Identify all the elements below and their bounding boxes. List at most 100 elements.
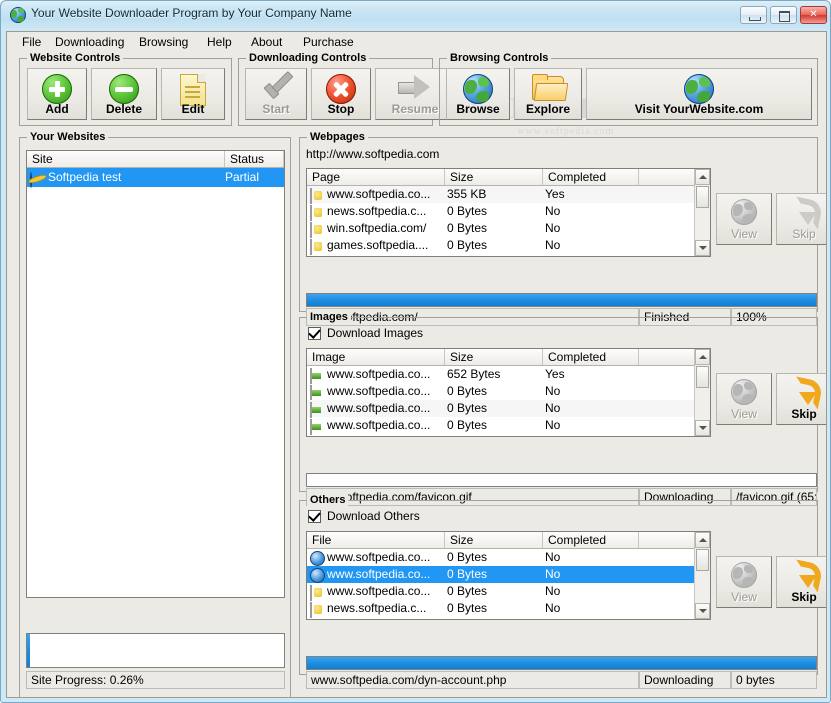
delete-button[interactable]: Delete	[91, 68, 157, 120]
images-list[interactable]: Image Size Completed www.softpedia.co...…	[306, 348, 711, 437]
cell-completed: Yes	[545, 187, 565, 201]
table-row[interactable]: www.softpedia.co... 0 Bytes No	[307, 566, 694, 583]
cell-completed: No	[545, 221, 561, 235]
close-button[interactable]: ✕	[800, 6, 827, 24]
image-icon	[310, 385, 312, 401]
webpages-url: http://www.softpedia.com	[306, 147, 440, 161]
title-bar: Your Website Downloader Program by Your …	[1, 1, 830, 29]
table-row[interactable]: www.softpedia.co... 0 Bytes No	[307, 549, 694, 566]
others-group: Others Download Others File Size Complet…	[299, 494, 826, 689]
cell-completed: No	[545, 567, 561, 581]
webpages-list-header: Page Size Completed	[307, 169, 710, 186]
scroll-thumb[interactable]	[696, 366, 709, 388]
others-list-scrollbar[interactable]	[694, 532, 710, 619]
webpages-view-button[interactable]: View	[716, 193, 772, 245]
cell-completed: No	[545, 601, 561, 615]
webpages-progress-bar	[306, 293, 817, 307]
minimize-button[interactable]	[740, 6, 767, 24]
scroll-thumb[interactable]	[696, 186, 709, 208]
scroll-down-button[interactable]	[695, 240, 710, 256]
page-icon	[310, 602, 312, 618]
table-row[interactable]: news.softpedia.c... 0 Bytes No	[307, 600, 694, 618]
chevron-up-icon	[698, 538, 707, 542]
menu-item-file[interactable]: File	[18, 34, 45, 50]
browsing-controls-group: Browsing Controls Browse Explore Visit Y…	[439, 52, 818, 126]
image-icon	[310, 368, 312, 384]
your-websites-group: Your Websites Site Status Softpedia test…	[19, 131, 291, 697]
download-others-checkbox[interactable]	[308, 509, 321, 523]
column-page[interactable]: Page	[307, 169, 445, 185]
table-row[interactable]: win.softpedia.com/ 0 Bytes No	[307, 220, 694, 238]
column-blank[interactable]	[639, 349, 694, 365]
close-icon: ✕	[809, 9, 818, 20]
table-row[interactable]: games.softpedia.... 0 Bytes No	[307, 237, 694, 255]
others-view-button[interactable]: View	[716, 556, 772, 608]
table-row[interactable]: www.softpedia.co... 0 Bytes No	[307, 400, 694, 418]
table-row[interactable]: www.softpedia.co... 0 Bytes No	[307, 383, 694, 401]
menu-item-browsing[interactable]: Browsing	[135, 34, 192, 50]
table-row[interactable]: www.softpedia.co... 652 Bytes Yes	[307, 366, 694, 384]
column-size[interactable]: Size	[445, 349, 543, 365]
images-skip-button[interactable]: Skip	[776, 373, 826, 425]
table-row[interactable]: www.softpedia.co... 0 Bytes No	[307, 417, 694, 435]
menu-item-about[interactable]: About	[247, 34, 286, 50]
cell-size: 355 KB	[447, 187, 487, 201]
column-image[interactable]: Image	[307, 349, 445, 365]
cell-page: www.softpedia.co...	[327, 187, 431, 201]
menu-item-purchase[interactable]: Purchase	[299, 34, 358, 50]
menu-item-downloading[interactable]: Downloading	[51, 34, 128, 50]
menu-item-help[interactable]: Help	[203, 34, 236, 50]
webpages-list-scrollbar[interactable]	[694, 169, 710, 256]
scroll-up-button[interactable]	[695, 349, 710, 365]
webpages-group: Webpages http://www.softpedia.com Page S…	[299, 131, 826, 326]
cell-size: 0 Bytes	[447, 567, 488, 581]
column-file[interactable]: File	[307, 532, 445, 548]
maximize-button[interactable]	[770, 6, 797, 24]
cell-page: games.softpedia....	[327, 238, 429, 252]
images-list-scrollbar[interactable]	[694, 349, 710, 436]
others-title: Others	[307, 494, 349, 506]
cell-status: Partial	[225, 170, 260, 184]
table-row[interactable]: news.softpedia.c... 0 Bytes No	[307, 203, 694, 221]
site-progress-bar	[26, 633, 285, 668]
others-skip-button[interactable]: Skip	[776, 556, 826, 608]
browse-button[interactable]: Browse	[446, 68, 510, 120]
cell-size: 0 Bytes	[447, 384, 488, 398]
webpages-skip-button[interactable]: Skip	[776, 193, 826, 245]
column-size[interactable]: Size	[445, 169, 543, 185]
start-button[interactable]: Start	[245, 68, 307, 120]
column-blank[interactable]	[639, 169, 694, 185]
column-completed[interactable]: Completed	[543, 532, 639, 548]
visit-website-button[interactable]: Visit YourWebsite.com	[586, 68, 812, 120]
image-icon	[310, 419, 312, 435]
column-completed[interactable]: Completed	[543, 169, 639, 185]
scroll-down-button[interactable]	[695, 420, 710, 436]
scroll-thumb[interactable]	[696, 549, 709, 571]
column-status[interactable]: Status	[225, 151, 284, 167]
cell-image: www.softpedia.co...	[327, 401, 431, 415]
websites-list[interactable]: Site Status Softpedia test Partial	[26, 150, 285, 598]
column-size[interactable]: Size	[445, 532, 543, 548]
column-site[interactable]: Site	[27, 151, 225, 167]
scroll-up-button[interactable]	[695, 169, 710, 185]
add-button[interactable]: Add	[27, 68, 87, 120]
stop-button[interactable]: Stop	[311, 68, 371, 120]
scroll-up-button[interactable]	[695, 532, 710, 548]
globe-icon	[310, 568, 325, 583]
website-controls-title: Website Controls	[27, 52, 124, 64]
table-row[interactable]: www.softpedia.co... 355 KB Yes	[307, 186, 694, 204]
check-icon	[308, 326, 321, 339]
explore-button[interactable]: Explore	[514, 68, 582, 120]
column-completed[interactable]: Completed	[543, 349, 639, 365]
table-row[interactable]: Softpedia test Partial	[27, 168, 284, 188]
webpages-list[interactable]: Page Size Completed www.softpedia.co... …	[306, 168, 711, 257]
download-images-checkbox[interactable]	[308, 326, 321, 340]
edit-button[interactable]: Edit	[161, 68, 225, 120]
download-images-label: Download Images	[327, 326, 424, 340]
others-list[interactable]: File Size Completed www.softpedia.co... …	[306, 531, 711, 620]
images-view-button[interactable]: View	[716, 373, 772, 425]
column-blank[interactable]	[639, 532, 694, 548]
scroll-down-button[interactable]	[695, 603, 710, 619]
table-row[interactable]: www.softpedia.co... 0 Bytes No	[307, 583, 694, 601]
cell-size: 0 Bytes	[447, 221, 488, 235]
